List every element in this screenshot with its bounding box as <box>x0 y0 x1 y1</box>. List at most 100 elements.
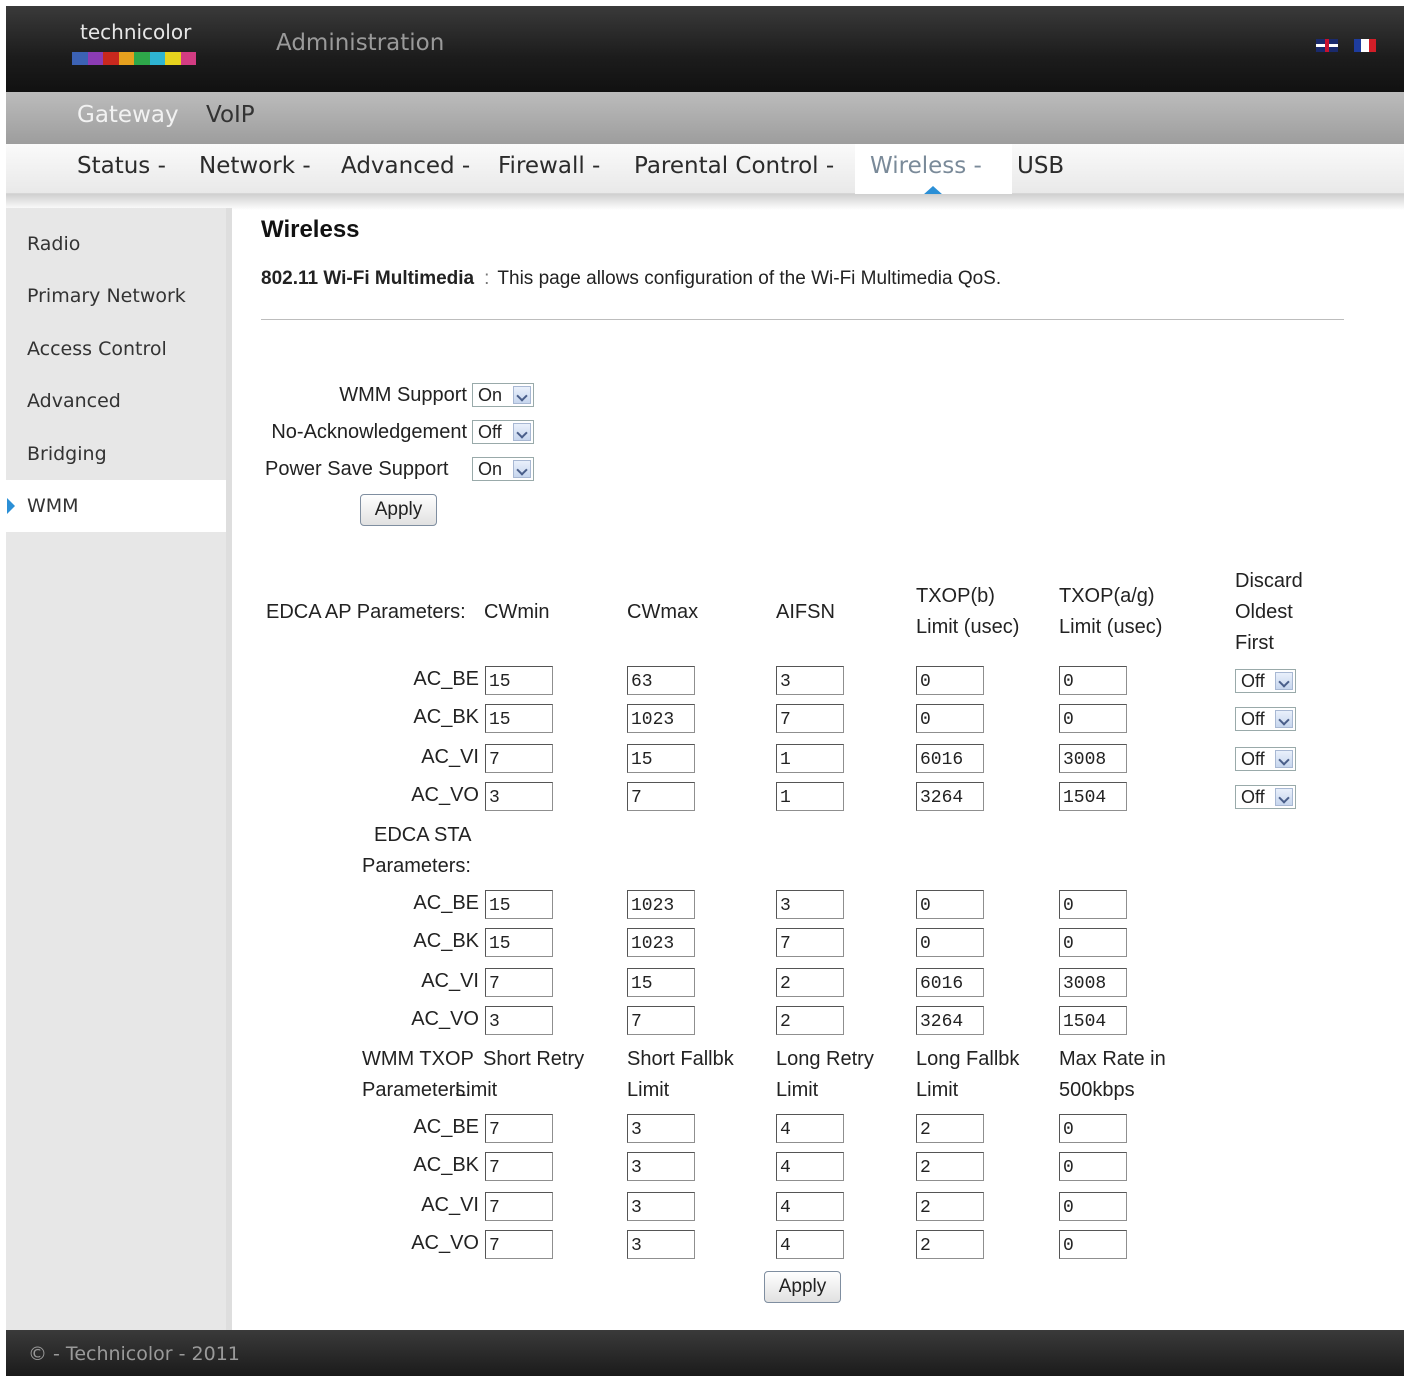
discard-oldest-select[interactable]: Off <box>1235 785 1296 809</box>
edca-ap-field[interactable]: 15 <box>485 704 553 733</box>
edca-ap-field[interactable]: 3008 <box>1059 744 1127 773</box>
txop-field[interactable]: 0 <box>1059 1230 1127 1259</box>
edca-sta-field[interactable]: 1023 <box>627 928 695 957</box>
edca-sta-field[interactable]: 6016 <box>916 968 984 997</box>
edca-sta-field[interactable]: 0 <box>1059 928 1127 957</box>
sidebar-item-bridging[interactable]: Bridging <box>6 428 226 480</box>
edca-ap-field[interactable]: 0 <box>1059 704 1127 733</box>
sidebar-item-radio[interactable]: Radio <box>6 218 226 270</box>
sidebar-item-primary-network[interactable]: Primary Network <box>6 270 226 322</box>
apply-parameters-button[interactable]: Apply <box>764 1271 841 1303</box>
edca-sta-field[interactable]: 15 <box>485 890 553 919</box>
apply-wmm-button[interactable]: Apply <box>360 494 437 526</box>
sub-nav-status[interactable]: Status - <box>77 153 166 179</box>
discard-oldest-select[interactable]: Off <box>1235 747 1296 771</box>
edca-ap-field[interactable]: 15 <box>627 744 695 773</box>
discard-oldest-select[interactable]: Off <box>1235 707 1296 731</box>
edca-ap-field[interactable]: 1 <box>776 744 844 773</box>
txop-row-label: AC_BE <box>413 1116 479 1138</box>
edca-ap-field[interactable]: 0 <box>916 666 984 695</box>
page-description: 802.11 Wi-Fi Multimedia: This page allows… <box>261 268 1001 290</box>
select-value: Off <box>1241 709 1265 729</box>
wmm-support-select[interactable]: On <box>472 383 534 407</box>
txop-field[interactable]: 3 <box>627 1192 695 1221</box>
edca-ap-field[interactable]: 6016 <box>916 744 984 773</box>
edca-sta-field[interactable]: 15 <box>627 968 695 997</box>
txop-field[interactable]: 7 <box>485 1192 553 1221</box>
sub-nav-firewall[interactable]: Firewall - <box>498 153 600 179</box>
txop-field[interactable]: 0 <box>1059 1152 1127 1181</box>
txop-field[interactable]: 7 <box>485 1152 553 1181</box>
sidebar-item-advanced[interactable]: Advanced <box>6 375 226 427</box>
sidebar-item-access-control[interactable]: Access Control <box>6 323 226 375</box>
edca-sta-field[interactable]: 1023 <box>627 890 695 919</box>
edca-sta-field[interactable]: 3 <box>776 890 844 919</box>
txop-field[interactable]: 3 <box>627 1152 695 1181</box>
edca-ap-field[interactable]: 1504 <box>1059 782 1127 811</box>
col-header-cwmax: CWmax <box>627 601 699 623</box>
edca-sta-field[interactable]: 2 <box>776 1006 844 1035</box>
edca-sta-field[interactable]: 7 <box>776 928 844 957</box>
txop-field[interactable]: 7 <box>485 1230 553 1259</box>
sub-nav-wireless[interactable]: Wireless - <box>870 153 982 179</box>
sub-nav-network[interactable]: Network - <box>199 153 311 179</box>
edca-sta-field[interactable]: 0 <box>1059 890 1127 919</box>
sub-nav-parental-control[interactable]: Parental Control - <box>634 153 834 179</box>
txop-field[interactable]: 2 <box>916 1192 984 1221</box>
txop-field[interactable]: 0 <box>1059 1114 1127 1143</box>
txop-field[interactable]: 3 <box>627 1230 695 1259</box>
edca-ap-field[interactable]: 1 <box>776 782 844 811</box>
select-value: Off <box>1241 749 1265 769</box>
txop-field[interactable]: 4 <box>776 1192 844 1221</box>
edca-ap-field[interactable]: 63 <box>627 666 695 695</box>
edca-ap-field[interactable]: 15 <box>485 666 553 695</box>
edca-sta-field[interactable]: 15 <box>485 928 553 957</box>
txop-row-label: AC_BK <box>413 1154 479 1176</box>
chevron-down-icon <box>1275 750 1293 768</box>
edca-sta-field[interactable]: 2 <box>776 968 844 997</box>
top-nav-gateway[interactable]: Gateway <box>77 102 179 128</box>
edca-ap-field[interactable]: 3 <box>776 666 844 695</box>
edca-ap-field[interactable]: 0 <box>1059 666 1127 695</box>
edca-sta-field[interactable]: 0 <box>916 890 984 919</box>
france-flag-icon[interactable] <box>1354 39 1376 52</box>
edca-sta-field[interactable]: 3 <box>485 1006 553 1035</box>
sidebar-item-wmm[interactable]: WMM <box>6 480 226 532</box>
edca-sta-field[interactable]: 1504 <box>1059 1006 1127 1035</box>
txop-field[interactable]: 4 <box>776 1230 844 1259</box>
txop-field[interactable]: 7 <box>485 1114 553 1143</box>
edca-sta-field[interactable]: 3264 <box>916 1006 984 1035</box>
edca-ap-field[interactable]: 3264 <box>916 782 984 811</box>
no-ack-select[interactable]: Off <box>472 420 534 444</box>
edca-ap-field[interactable]: 7 <box>485 744 553 773</box>
edca-ap-field[interactable]: 7 <box>627 782 695 811</box>
txop-field[interactable]: 4 <box>776 1114 844 1143</box>
txop-field[interactable]: 2 <box>916 1152 984 1181</box>
txop-field[interactable]: 2 <box>916 1114 984 1143</box>
logo-color-segment <box>72 52 88 65</box>
edca-ap-field[interactable]: 7 <box>776 704 844 733</box>
sidebar: Radio Primary Network Access Control Adv… <box>6 208 232 1330</box>
edca-ap-field[interactable]: 3 <box>485 782 553 811</box>
edca-sta-field[interactable]: 7 <box>627 1006 695 1035</box>
edca-sta-field[interactable]: 0 <box>916 928 984 957</box>
txop-field[interactable]: 3 <box>627 1114 695 1143</box>
edca-ap-field[interactable]: 0 <box>916 704 984 733</box>
select-value: Off <box>478 422 502 442</box>
power-save-select[interactable]: On <box>472 457 534 481</box>
top-nav-voip[interactable]: VoIP <box>206 102 255 128</box>
edca-ap-field[interactable]: 1023 <box>627 704 695 733</box>
wmm-support-label: WMM Support <box>339 384 467 406</box>
sub-nav-usb[interactable]: USB <box>1017 153 1064 179</box>
edca-sta-field[interactable]: 7 <box>485 968 553 997</box>
txop-field[interactable]: 4 <box>776 1152 844 1181</box>
uk-flag-icon[interactable] <box>1316 39 1338 52</box>
txop-field[interactable]: 0 <box>1059 1192 1127 1221</box>
sub-nav-advanced[interactable]: Advanced - <box>341 153 470 179</box>
discard-oldest-select[interactable]: Off <box>1235 669 1296 693</box>
logo-text: technicolor <box>80 20 192 44</box>
edca-sta-field[interactable]: 3008 <box>1059 968 1127 997</box>
technicolor-logo[interactable]: technicolor <box>72 18 196 68</box>
txop-field[interactable]: 2 <box>916 1230 984 1259</box>
logo-color-segment <box>118 52 134 65</box>
